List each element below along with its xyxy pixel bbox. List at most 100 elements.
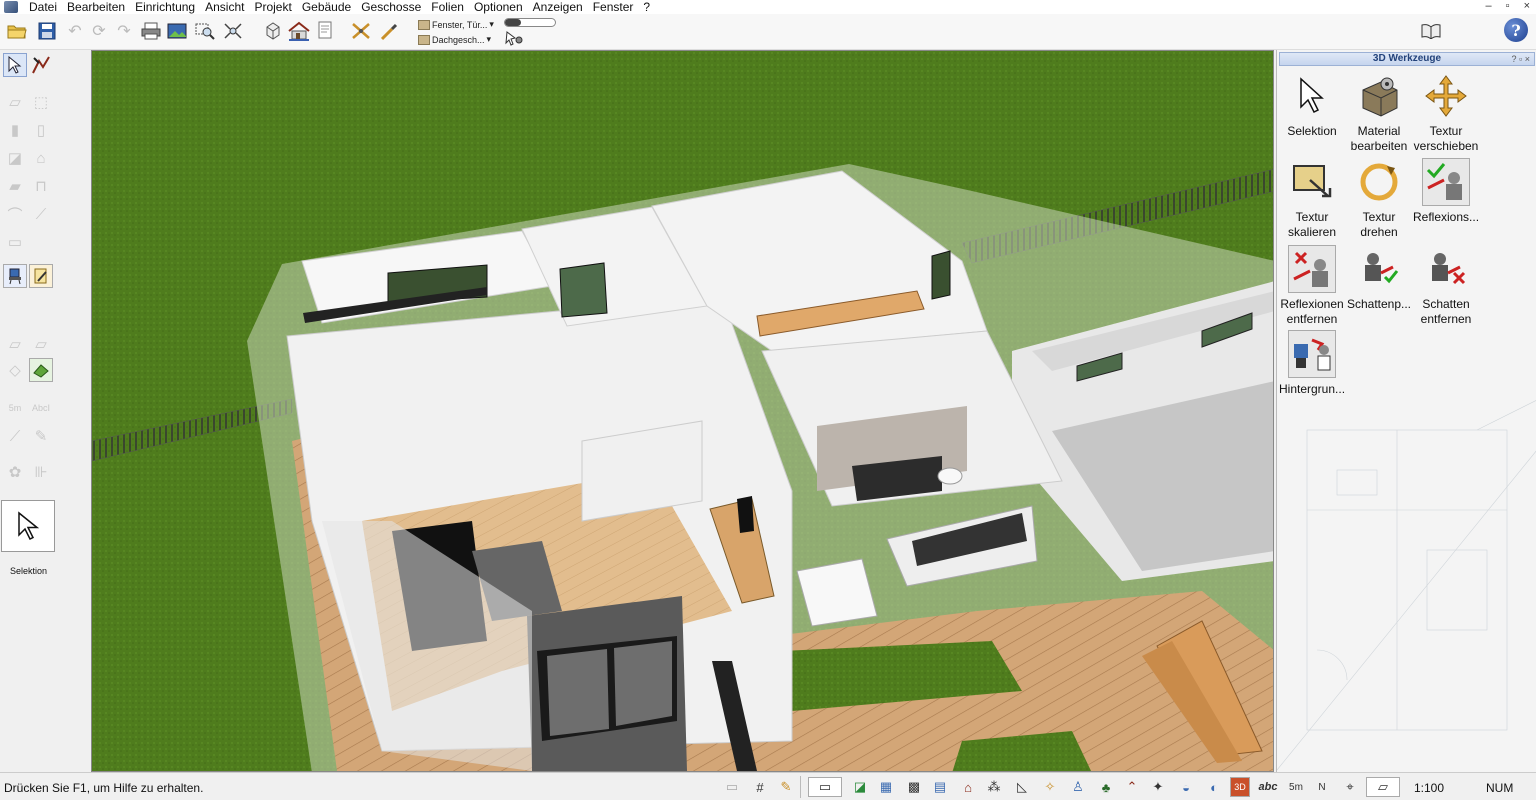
pencil-icon[interactable]: ✎ <box>776 777 796 797</box>
grid-icon[interactable]: # <box>750 777 770 797</box>
zoom-all-icon[interactable] <box>222 20 244 42</box>
export-image-icon[interactable] <box>166 20 188 42</box>
roof-icon[interactable]: ⌃ <box>1122 777 1142 797</box>
tool-hintergrund[interactable]: Hintergrun... <box>1279 330 1345 397</box>
light-icon[interactable]: ◐ <box>1204 777 1224 797</box>
pen-tool-icon[interactable]: ✎ <box>29 424 53 448</box>
hatch-icon[interactable]: ▩ <box>904 777 924 797</box>
wand-tool-icon[interactable] <box>350 20 372 42</box>
dormer-tool-icon[interactable]: ⌒ <box>3 202 27 226</box>
layer-icon[interactable]: ◪ <box>850 777 870 797</box>
document-view-icon[interactable] <box>314 20 336 42</box>
house-3d-view-icon[interactable] <box>286 20 312 42</box>
text-visibility-icon[interactable]: abc <box>1258 777 1278 797</box>
minimize-button[interactable]: – <box>1486 0 1492 12</box>
menu-fenster[interactable]: Fenster <box>588 0 639 14</box>
stairs-tool-icon[interactable]: ◪ <box>3 146 27 170</box>
fence-tool-icon[interactable]: ⊪ <box>29 460 53 484</box>
tool-schatten-entfernen[interactable]: Schatten entfernen <box>1413 245 1479 327</box>
wall-view-icon[interactable]: ◺ <box>1012 777 1032 797</box>
north-arrow-icon[interactable]: N <box>1312 777 1332 797</box>
area-tool-icon[interactable]: ▱ <box>29 332 53 356</box>
column-tool-icon[interactable]: ▮ <box>3 118 27 142</box>
person-icon[interactable]: ✦ <box>1148 777 1168 797</box>
dimension-visibility-icon[interactable]: 5m <box>1286 777 1306 797</box>
menu-projekt[interactable]: Projekt <box>249 0 296 14</box>
terrain-tool-icon[interactable]: ▭ <box>3 230 27 254</box>
tool-textur-skalieren[interactable]: Textur skalieren <box>1279 158 1345 240</box>
undo-icon[interactable]: ↶ <box>64 20 86 42</box>
print-icon[interactable] <box>140 20 162 42</box>
lamp-icon[interactable]: ✧ <box>1040 777 1060 797</box>
beam-tool-icon[interactable]: ⊓ <box>29 174 53 198</box>
roof-window-icon[interactable]: ⟋ <box>29 202 53 226</box>
edit-walls-icon[interactable] <box>29 53 53 77</box>
roof-tool-icon[interactable]: ⌂ <box>29 146 53 170</box>
3d-house-scene[interactable] <box>92 51 1274 772</box>
active-tool-selection[interactable] <box>1 500 55 552</box>
snap-mode-icon[interactable]: ▭ <box>808 777 842 797</box>
plant-tool-icon[interactable]: ✿ <box>3 460 27 484</box>
3d-viewport[interactable] <box>91 50 1274 772</box>
3d-object-icon[interactable] <box>262 20 284 42</box>
furniture-chair-icon[interactable] <box>3 264 27 288</box>
camera-icon[interactable]: ⌖ <box>1340 777 1360 797</box>
tree-icon[interactable]: ♣ <box>1096 777 1116 797</box>
house-icon[interactable]: ⌂ <box>958 777 978 797</box>
scale-display[interactable]: 1:100 <box>1414 781 1444 795</box>
paper-icon[interactable]: ▱ <box>1366 777 1400 797</box>
document-pen-icon[interactable] <box>29 264 53 288</box>
tool-textur-drehen[interactable]: Textur drehen <box>1346 158 1412 240</box>
redo-icon[interactable]: ⟳ <box>88 20 110 42</box>
layer-combo-top[interactable]: Fenster, Tür... ▾ <box>418 18 494 31</box>
save-icon[interactable] <box>36 20 58 42</box>
tool-selektion[interactable]: Selektion <box>1279 72 1345 139</box>
panel-pin-controls[interactable]: ? ▫ × <box>1512 53 1530 65</box>
menu-geschosse[interactable]: Geschosse <box>356 0 426 14</box>
polygon-tool-icon[interactable]: ◇ <box>3 358 27 382</box>
lawn-area-icon[interactable] <box>29 358 53 382</box>
tool-textur-verschieben[interactable]: Textur verschieben <box>1413 72 1479 154</box>
help-button[interactable]: ? <box>1504 18 1528 42</box>
close-button[interactable]: × <box>1524 0 1530 12</box>
menu-folien[interactable]: Folien <box>426 0 469 14</box>
texture-layer-icon[interactable]: ▦ <box>876 777 896 797</box>
menu-ansicht[interactable]: Ansicht <box>200 0 249 14</box>
menu-einrichtung[interactable]: Einrichtung <box>130 0 200 14</box>
slider-knob[interactable] <box>505 19 521 26</box>
menu-gebaeude[interactable]: Gebäude <box>297 0 356 14</box>
menu-bearbeiten[interactable]: Bearbeiten <box>62 0 130 14</box>
restore-button[interactable]: ▫ <box>1506 0 1510 12</box>
menu-optionen[interactable]: Optionen <box>469 0 528 14</box>
redo-all-icon[interactable]: ↷ <box>113 20 135 42</box>
tool-reflexionen-entfernen[interactable]: Reflexionen entfernen <box>1279 245 1345 327</box>
pipette-icon[interactable] <box>378 20 400 42</box>
line-tool-icon[interactable]: ⟋ <box>3 424 27 448</box>
open-folder-icon[interactable] <box>6 20 28 42</box>
tool-reflexions[interactable]: Reflexions... <box>1413 158 1479 225</box>
tool-schattenp[interactable]: Schattenp... <box>1346 245 1412 312</box>
3d-mode-icon[interactable]: 3D <box>1230 777 1250 797</box>
select-arrow-icon[interactable] <box>3 53 27 77</box>
keyboard-icon[interactable]: ▭ <box>722 777 742 797</box>
door-tool-icon[interactable]: ▯ <box>29 118 53 142</box>
wall-tool-icon[interactable]: ▱ <box>3 90 27 114</box>
text-tool-icon[interactable]: AbcI <box>29 396 53 420</box>
menu-help[interactable]: ? <box>638 0 655 14</box>
footsteps-icon[interactable]: ⁂ <box>984 777 1004 797</box>
bath-icon[interactable]: ◒ <box>1176 777 1196 797</box>
slab-tool-icon[interactable]: ▰ <box>3 174 27 198</box>
zoom-window-icon[interactable] <box>194 20 216 42</box>
transparency-slider[interactable] <box>504 18 556 27</box>
catalog-book-icon[interactable] <box>1420 22 1442 40</box>
menu-anzeigen[interactable]: Anzeigen <box>528 0 588 14</box>
chair-icon[interactable]: ♙ <box>1068 777 1088 797</box>
box-tool-icon[interactable]: ⬚ <box>29 90 53 114</box>
cursor-gear-icon[interactable] <box>503 28 525 50</box>
menu-datei[interactable]: Datei <box>24 0 62 14</box>
surface-tool-icon[interactable]: ▱ <box>3 332 27 356</box>
stripes-icon[interactable]: ▤ <box>930 777 950 797</box>
floor-combo[interactable]: Dachgesch... ▾ <box>418 33 491 46</box>
dimension-tool-icon[interactable]: 5m <box>3 396 27 420</box>
tool-material-bearbeiten[interactable]: Material bearbeiten <box>1346 72 1412 154</box>
